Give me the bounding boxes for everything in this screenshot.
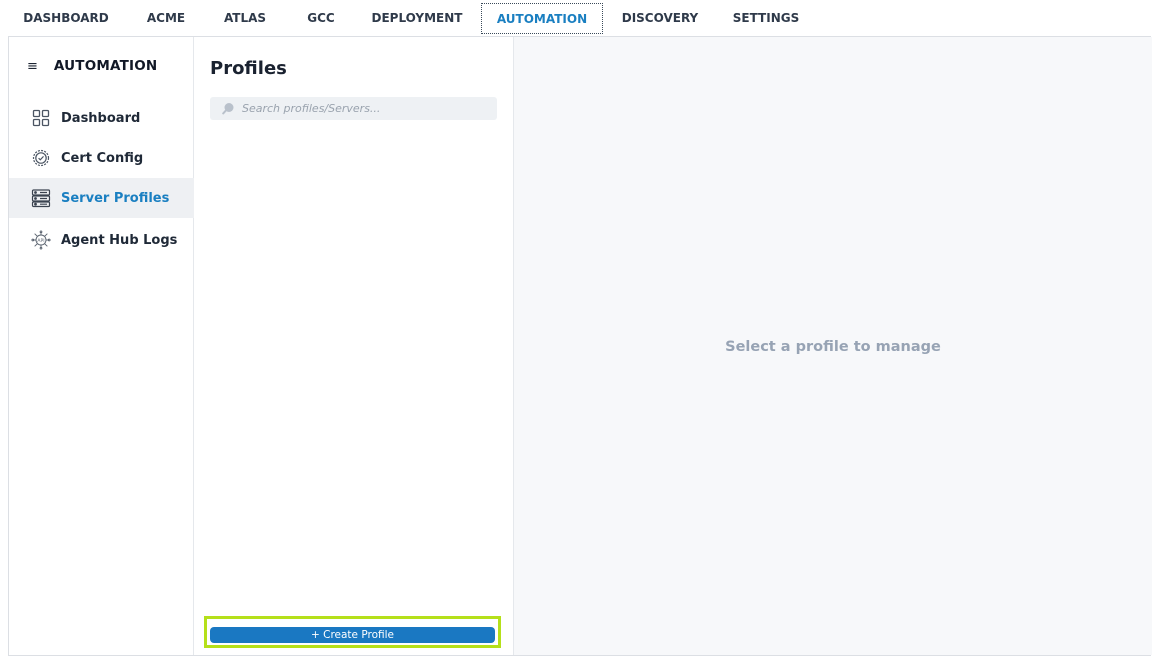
sidebar: ≡ AUTOMATION Dashboard Cert Config Serve… (9, 37, 194, 655)
search-input[interactable] (242, 102, 482, 115)
sidebar-title: AUTOMATION (53, 58, 158, 74)
api-icon: API (31, 230, 51, 250)
sidebar-item-label: Server Profiles (61, 190, 170, 206)
tab-settings[interactable]: SETTINGS (724, 3, 808, 34)
tab-deployment[interactable]: DEPLOYMENT (366, 3, 468, 34)
sidebar-header: ≡ AUTOMATION (27, 57, 157, 75)
profiles-title: Profiles (210, 58, 287, 79)
search-icon (222, 102, 236, 116)
profiles-panel: Profiles + Create Profile (194, 37, 514, 655)
sidebar-item-server-profiles[interactable]: Server Profiles (9, 178, 194, 218)
top-tab-bar: DASHBOARD ACME ATLAS GCC DEPLOYMENT AUTO… (0, 0, 1162, 37)
tab-dashboard[interactable]: DASHBOARD (16, 3, 116, 34)
tab-acme[interactable]: ACME (134, 3, 198, 34)
sidebar-item-dashboard[interactable]: Dashboard (9, 98, 194, 138)
tab-atlas[interactable]: ATLAS (214, 3, 276, 34)
tab-discovery[interactable]: DISCOVERY (614, 3, 706, 34)
sidebar-item-agent-hub-logs[interactable]: API Agent Hub Logs (9, 220, 194, 260)
empty-state-message: Select a profile to manage (725, 339, 941, 355)
server-icon (31, 188, 51, 208)
search-box[interactable] (210, 97, 497, 120)
create-profile-button[interactable]: + Create Profile (210, 627, 495, 643)
grid-icon (31, 108, 51, 128)
sidebar-item-cert-config[interactable]: Cert Config (9, 138, 194, 178)
gear-icon (31, 148, 51, 168)
sidebar-item-label: Cert Config (61, 150, 144, 166)
profile-detail-panel: Select a profile to manage (514, 37, 1152, 655)
create-profile-highlight: + Create Profile (204, 616, 501, 648)
main-frame: ≡ AUTOMATION Dashboard Cert Config Serve… (8, 36, 1152, 656)
tab-automation[interactable]: AUTOMATION (481, 3, 603, 34)
sidebar-item-label: Dashboard (61, 110, 141, 126)
tab-gcc[interactable]: GCC (294, 3, 348, 34)
sidebar-item-label: Agent Hub Logs (61, 232, 178, 248)
svg-text:API: API (37, 238, 44, 244)
hamburger-menu-icon[interactable]: ≡ (27, 59, 38, 74)
